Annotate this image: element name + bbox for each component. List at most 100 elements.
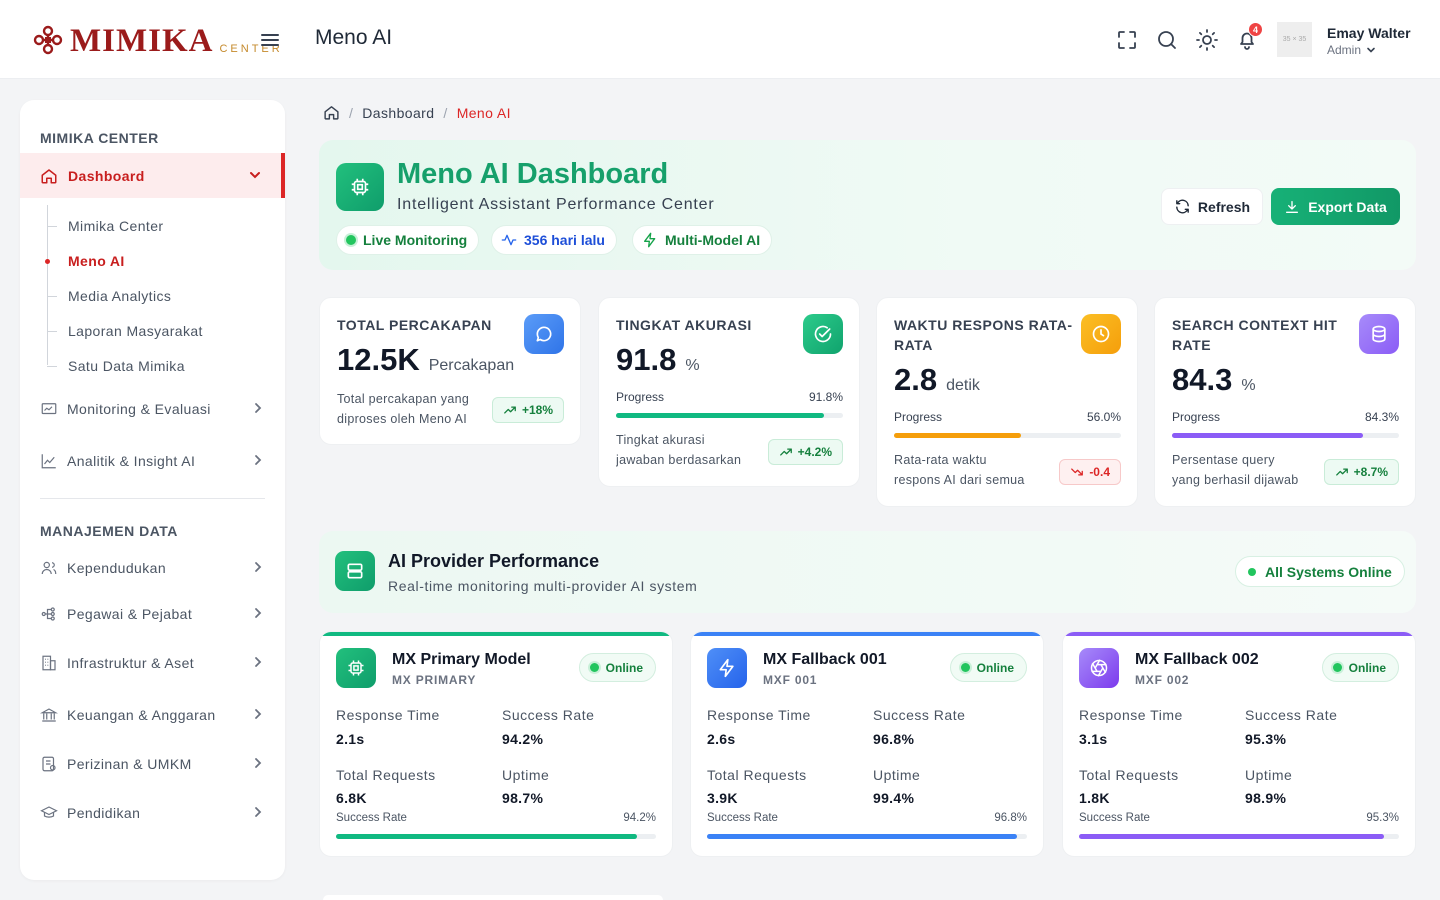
status-badge: Online: [949, 653, 1027, 682]
stat-desc-line: Total percakapan yang: [337, 392, 470, 406]
stat-icon-box: [1359, 314, 1399, 354]
sidebar-section-title: MIMIKA CENTER: [40, 130, 159, 146]
status-label: Online: [1348, 660, 1386, 675]
trending-up-icon: [504, 406, 516, 414]
status-dot: [960, 663, 970, 672]
chart-line-icon: [41, 454, 56, 469]
sidebar-item-pendidikan[interactable]: Pendidikan: [20, 793, 285, 833]
next-section-card: [323, 895, 663, 900]
refresh-button[interactable]: Refresh: [1161, 188, 1263, 225]
sidebar-subitem-meno-ai[interactable]: Meno AI: [68, 253, 125, 269]
chevron-right-icon: [255, 807, 262, 817]
theme-sun-icon[interactable]: [1195, 28, 1219, 52]
chevron-right-icon: [255, 562, 262, 572]
sidebar-item-infrastruktur[interactable]: Infrastruktur & Aset: [20, 643, 285, 683]
provider-icon-box: [335, 551, 375, 591]
notification-badge: 4: [1248, 22, 1263, 37]
brand-logo[interactable]: MIMIKA CENTER: [30, 22, 283, 58]
sidebar: MIMIKA CENTER Dashboard Mimika Center Me…: [20, 100, 285, 880]
trend-value: -0.4: [1089, 465, 1110, 479]
stat-description: Total percakapan yang diproses oleh Meno…: [337, 389, 482, 429]
metric-value: 6.8K: [336, 790, 367, 806]
metric-value: 2.6s: [707, 731, 736, 747]
sidebar-item-analitik[interactable]: Analitik & Insight AI: [20, 441, 285, 481]
avatar[interactable]: 35 × 35: [1277, 22, 1312, 57]
sidebar-item-keuangan[interactable]: Keuangan & Anggaran: [20, 695, 285, 735]
stat-desc-line: Rata-rata waktu: [894, 453, 987, 467]
sidebar-item-label: Pendidikan: [67, 805, 141, 821]
trend-value: +4.2%: [797, 445, 832, 459]
metric-value: 3.1s: [1079, 731, 1108, 747]
sidebar-item-monitoring[interactable]: Monitoring & Evaluasi: [20, 389, 285, 429]
sidebar-item-kependudukan[interactable]: Kependudukan: [20, 548, 285, 588]
provider-card-fallback-001[interactable]: MX Fallback 001 MXF 001 Online Response …: [690, 631, 1044, 857]
lightning-icon: [644, 232, 656, 248]
chat-bubble-icon: [536, 326, 552, 342]
progress-track: [894, 433, 1121, 438]
stat-value: 84.3 %: [1172, 362, 1256, 398]
export-label: Export Data: [1308, 198, 1387, 215]
accent-bar: [691, 632, 1043, 636]
sidebar-item-perizinan[interactable]: Perizinan & UMKM: [20, 744, 285, 784]
sidebar-subitem-mimika-center[interactable]: Mimika Center: [68, 218, 163, 234]
provider-name: MX Fallback 001: [763, 651, 887, 668]
bar-value: 96.8%: [994, 812, 1027, 824]
metric-label: Success Rate: [1245, 707, 1338, 723]
sidebar-subitem-satu-data[interactable]: Satu Data Mimika: [68, 358, 185, 374]
success-rate-track: [336, 834, 656, 839]
stat-unit: %: [685, 357, 700, 374]
provider-card-fallback-002[interactable]: MX Fallback 002 MXF 002 Online Response …: [1062, 631, 1416, 857]
progress-track: [616, 413, 843, 418]
provider-card-primary[interactable]: MX Primary Model MX PRIMARY Online Respo…: [319, 631, 673, 857]
stat-desc-line: respons AI dari semua: [894, 473, 1025, 487]
status-dot: [1332, 663, 1342, 672]
download-icon: [1286, 200, 1299, 213]
metric-value: 1.8K: [1079, 790, 1110, 806]
all-systems-status-badge: All Systems Online: [1235, 556, 1405, 587]
user-name[interactable]: Emay Walter: [1327, 25, 1411, 41]
brand-name: MIMIKA: [70, 23, 214, 59]
tree-branch: [47, 366, 57, 367]
success-rate-track: [707, 834, 1027, 839]
clock-icon: [1092, 325, 1110, 343]
chevron-right-icon: [255, 709, 262, 719]
search-icon[interactable]: [1155, 28, 1179, 52]
tree-branch: [47, 331, 57, 332]
home-icon[interactable]: [323, 104, 340, 121]
provider-performance-header: AI Provider Performance Real-time monito…: [319, 531, 1416, 613]
sidebar-subitem-media-analytics[interactable]: Media Analytics: [68, 288, 171, 304]
sidebar-item-dashboard[interactable]: Dashboard: [20, 153, 285, 198]
success-rate-track: [1079, 834, 1399, 839]
export-data-button[interactable]: Export Data: [1271, 188, 1400, 225]
success-rate-row: Success Rate 95.3%: [1079, 812, 1399, 824]
success-rate-row: Success Rate 96.8%: [707, 812, 1027, 824]
sidebar-item-pegawai[interactable]: Pegawai & Pejabat: [20, 594, 285, 634]
fullscreen-icon[interactable]: [1115, 28, 1139, 52]
stat-desc-line: diproses oleh Meno AI: [337, 412, 467, 426]
trending-down-icon: [1071, 468, 1084, 476]
stat-description: Rata-rata waktu respons AI dari semua: [894, 450, 1039, 490]
user-role-dropdown[interactable]: Admin: [1327, 43, 1377, 57]
success-rate-fill: [336, 834, 638, 839]
tree-branch: [47, 226, 57, 227]
accent-bar: [320, 632, 672, 636]
page-title: Meno AI: [315, 26, 393, 49]
provider-name: MX Primary Model: [392, 651, 531, 668]
progress-track: [1172, 433, 1399, 438]
hamburger-menu-icon[interactable]: [258, 28, 282, 52]
stat-unit: Percakapan: [428, 357, 515, 374]
trend-value: +8.7%: [1353, 465, 1388, 479]
metric-label: Total Requests: [1079, 767, 1179, 783]
sidebar-item-label: Dashboard: [68, 167, 145, 184]
stat-title: TINGKAT AKURASI: [616, 317, 752, 333]
stat-value: 2.8 detik: [894, 362, 980, 398]
stat-description: Tingkat akurasi jawaban berdasarkan: [616, 430, 761, 470]
sidebar-subitem-laporan-masyarakat[interactable]: Laporan Masyarakat: [68, 323, 203, 339]
metric-label: Uptime: [1245, 767, 1293, 783]
progress-label-row: Progress 91.8%: [616, 390, 843, 404]
trend-badge: +8.7%: [1323, 459, 1399, 485]
stat-title: WAKTU RESPONS RATA-RATA: [894, 317, 1073, 353]
breadcrumb-dashboard[interactable]: Dashboard: [362, 105, 434, 121]
metric-value: 96.8%: [873, 731, 915, 747]
sidebar-item-label: Perizinan & UMKM: [67, 756, 192, 772]
